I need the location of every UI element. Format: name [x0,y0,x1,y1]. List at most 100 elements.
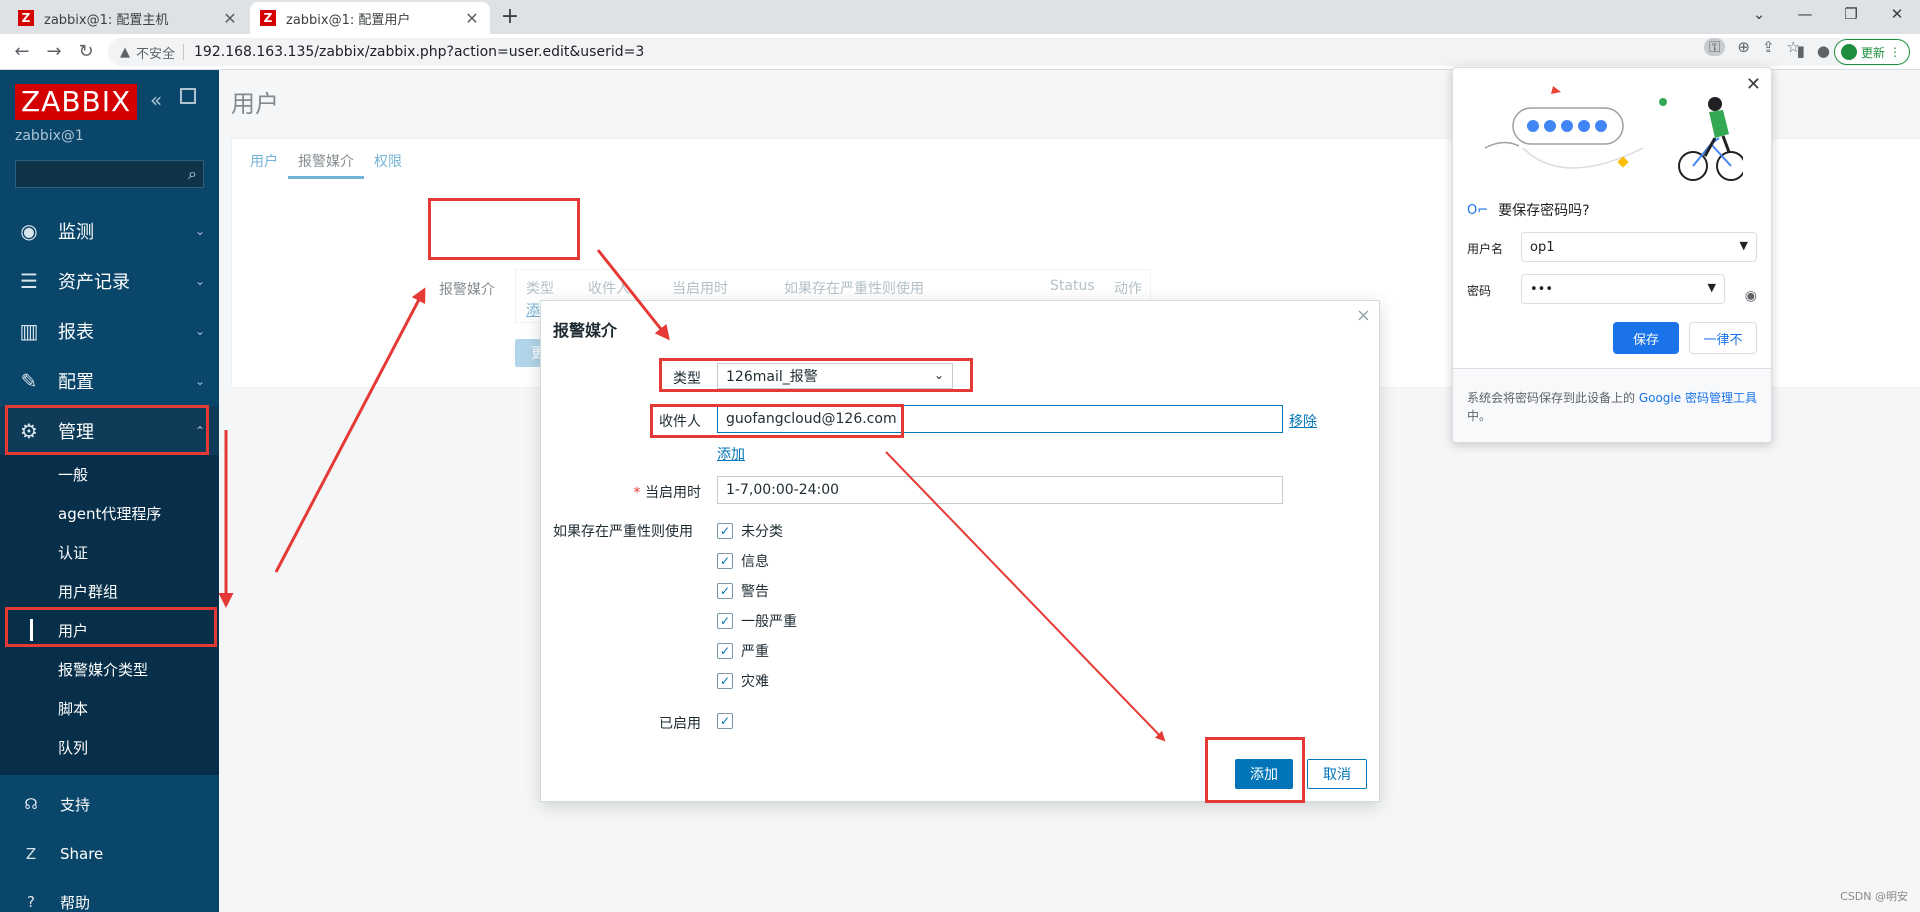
checkbox-checked-icon[interactable]: ✓ [717,713,733,729]
never-save-button[interactable]: 一律不 [1689,322,1757,354]
username-select[interactable]: op1 ▼ [1521,232,1757,262]
submenu-authentication[interactable]: 认证 [0,533,219,571]
when-active-label: * 当启用时 [541,482,701,502]
minimize-icon[interactable]: — [1782,0,1828,30]
menu-label: 资产记录 [58,272,130,293]
submenu-users[interactable]: 用户 [0,611,219,649]
update-button[interactable]: 更新 ⋮ [1834,39,1910,65]
sidebar: ZABBIX « zabbix@1 ⌕ ◉ 监测 ⌄ ☰ 资产记录 ⌄ ▥ 报表… [0,70,219,912]
submenu-user-groups[interactable]: 用户群组 [0,572,219,610]
share-page-icon[interactable]: ⇪ [1762,38,1775,56]
browser-tab-config-user[interactable]: Z zabbix@1: 配置用户 ✕ [250,2,490,34]
close-tab-icon[interactable]: ✕ [464,9,480,28]
severity-average[interactable]: ✓ 一般严重 [717,611,797,631]
severity-disaster[interactable]: ✓ 灾难 [717,671,769,691]
menu-configuration[interactable]: ✎ 配置 ⌄ [0,356,219,406]
menu-inventory[interactable]: ☰ 资产记录 ⌄ [0,256,219,306]
enabled-checkbox-row[interactable]: ✓ [717,713,741,729]
required-mark-icon: * [633,485,645,501]
menu-reports[interactable]: ▥ 报表 ⌄ [0,306,219,356]
footer-text: 系统会将密码保存到此设备上的 [1467,391,1639,405]
severity-text: 未分类 [741,524,783,540]
search-icon[interactable]: ⌕ [188,164,197,184]
submenu-general[interactable]: 一般 [0,455,219,493]
severity-text: 一般严重 [741,614,797,630]
reload-icon[interactable]: ↻ [74,40,98,64]
sidebar-help[interactable]: ? 帮助 [0,880,219,912]
severity-not-classified[interactable]: ✓ 未分类 [717,521,783,541]
side-panel-icon[interactable]: ▮ [1797,42,1805,60]
sidebar-support[interactable]: ☊ 支持 [0,782,219,826]
sidebar-share[interactable]: Z Share [0,832,219,876]
recipient-input[interactable]: guofangcloud@126.com [717,405,1283,433]
new-tab-button[interactable]: + [498,5,522,29]
profile-icon[interactable]: ● [1817,42,1830,60]
when-active-value: 1-7,00:00-24:00 [726,482,840,498]
close-icon[interactable]: ✕ [1746,74,1761,95]
recipient-label: 收件人 [659,414,701,430]
menu-monitoring[interactable]: ◉ 监测 ⌄ [0,206,219,256]
checkbox-checked-icon[interactable]: ✓ [717,673,733,689]
close-icon[interactable]: × [1356,305,1371,326]
add-button[interactable]: 添加 [1235,759,1293,789]
dialog-title: 报警媒介 [553,321,618,340]
severity-warning[interactable]: ✓ 警告 [717,581,769,601]
menu-administration[interactable]: ⚙ 管理 ⌃ [0,406,219,456]
when-active-text: 当启用时 [645,485,701,501]
forward-icon[interactable]: → [42,40,66,64]
submenu-scripts[interactable]: 脚本 [0,689,219,727]
password-manager-link[interactable]: Google 密码管理工具 [1639,391,1757,405]
zabbix-favicon-icon: Z [260,10,276,26]
dropdown-arrow-icon: ▼ [1739,239,1748,252]
help-icon: ? [27,893,35,911]
share-label: Share [60,845,104,863]
checkbox-checked-icon[interactable]: ✓ [717,643,733,659]
zabbix-logo[interactable]: ZABBIX [15,84,138,120]
eye-icon[interactable]: ◉ [1745,288,1757,304]
submenu-proxies[interactable]: agent代理程序 [0,494,219,532]
submenu-queue[interactable]: 队列 [0,728,219,766]
sidebar-search-input[interactable]: ⌕ [15,160,204,188]
checkbox-checked-icon[interactable]: ✓ [717,613,733,629]
severity-high[interactable]: ✓ 严重 [717,641,769,661]
omnibox[interactable]: ▲ 不安全 192.168.163.135/zabbix/zabbix.php?… [108,38,1908,66]
enabled-label: 已启用 [659,716,701,732]
recipient-value: guofangcloud@126.com [726,411,897,427]
browser-tab-config-host[interactable]: Z zabbix@1: 配置主机 ✕ [8,2,248,34]
key-icon[interactable]: ⚿ [1703,38,1726,56]
chevron-down-icon: ⌄ [195,274,206,288]
tab-search-icon[interactable]: ⌄ [1736,0,1782,30]
back-icon[interactable]: ← [10,40,34,64]
close-window-icon[interactable]: ✕ [1874,0,1920,30]
severity-text: 严重 [741,644,769,660]
cancel-button[interactable]: 取消 [1307,759,1367,789]
restore-icon[interactable]: ❐ [1828,0,1874,30]
save-password-button[interactable]: 保存 [1613,322,1679,354]
add-recipient-link[interactable]: 添加 [717,444,745,464]
checkbox-checked-icon[interactable]: ✓ [717,583,733,599]
checkbox-checked-icon[interactable]: ✓ [717,523,733,539]
severity-information[interactable]: ✓ 信息 [717,551,769,571]
kiosk-mode-icon[interactable] [180,88,196,104]
type-select[interactable]: 126mail_报警 ⌄ [717,363,953,389]
password-select[interactable]: ••• ▼ [1521,274,1725,304]
list-icon: ☰ [20,269,38,293]
remove-link[interactable]: 移除 [1289,411,1317,431]
submenu-media-types[interactable]: 报警媒介类型 [0,650,219,688]
omnibox-actions: ⚿ ⊕ ⇪ ☆ [1703,38,1800,56]
chevron-down-icon: ⌄ [933,368,944,382]
zoom-icon[interactable]: ⊕ [1737,38,1750,56]
severity-label: 如果存在严重性则使用 [553,524,693,540]
warning-icon: ▲ [120,44,130,60]
menu-label: 配置 [58,372,94,393]
close-tab-icon[interactable]: ✕ [222,9,238,28]
omnibox-separator [183,44,185,60]
chevron-down-icon: ⌄ [195,374,206,388]
password-value: ••• [1530,281,1554,297]
password-label: 密码 [1467,284,1492,298]
menu-label: 管理 [58,422,94,443]
when-active-input[interactable]: 1-7,00:00-24:00 [717,476,1283,504]
collapse-sidebar-icon[interactable]: « [150,88,162,112]
footer-text-end: 中。 [1467,409,1492,423]
checkbox-checked-icon[interactable]: ✓ [717,553,733,569]
